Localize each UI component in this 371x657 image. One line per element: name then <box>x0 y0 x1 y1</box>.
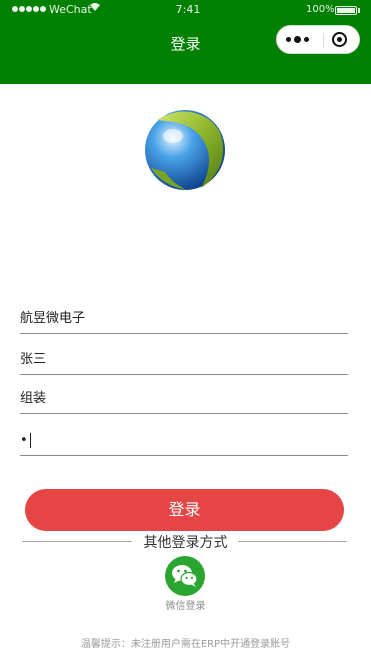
signal-icon <box>12 6 47 14</box>
battery-icon <box>335 6 357 15</box>
password-value: • <box>20 433 28 448</box>
target-close-icon[interactable] <box>332 32 347 47</box>
department-value: 组装 <box>20 391 47 406</box>
wechat-icon <box>172 565 198 587</box>
wechat-login-button[interactable] <box>165 556 205 596</box>
wechat-login-label[interactable]: 微信登录 <box>0 597 371 612</box>
username-value: 张三 <box>20 352 47 367</box>
navigation-bar: WeChat 7:41 100% 登录 <box>0 0 371 84</box>
company-value: 航昱微电子 <box>20 311 86 326</box>
password-field[interactable]: • <box>20 431 348 456</box>
other-login-heading: 其他登录方式 <box>137 535 234 551</box>
globe-logo-icon <box>143 108 227 192</box>
department-field[interactable]: 组装 <box>20 389 348 414</box>
battery-cap <box>358 8 360 13</box>
status-bar: WeChat 7:41 100% <box>0 0 371 22</box>
wifi-icon <box>89 2 101 15</box>
other-login-divider: 其他登录方式 <box>0 532 371 552</box>
company-field[interactable]: 航昱微电子 <box>20 309 348 334</box>
battery-percent: 100% <box>306 4 335 15</box>
mini-program-capsule[interactable] <box>276 25 360 54</box>
login-button[interactable]: 登录 <box>25 489 344 531</box>
more-dots-icon[interactable] <box>286 36 314 45</box>
username-field[interactable]: 张三 <box>20 350 348 375</box>
status-time: 7:41 <box>175 3 201 16</box>
text-cursor <box>29 433 31 448</box>
capsule-divider <box>323 33 324 48</box>
footer-tip: 温馨提示：未注册用户需在ERP中开通登录账号 <box>80 639 291 650</box>
carrier-label: WeChat <box>49 3 92 16</box>
